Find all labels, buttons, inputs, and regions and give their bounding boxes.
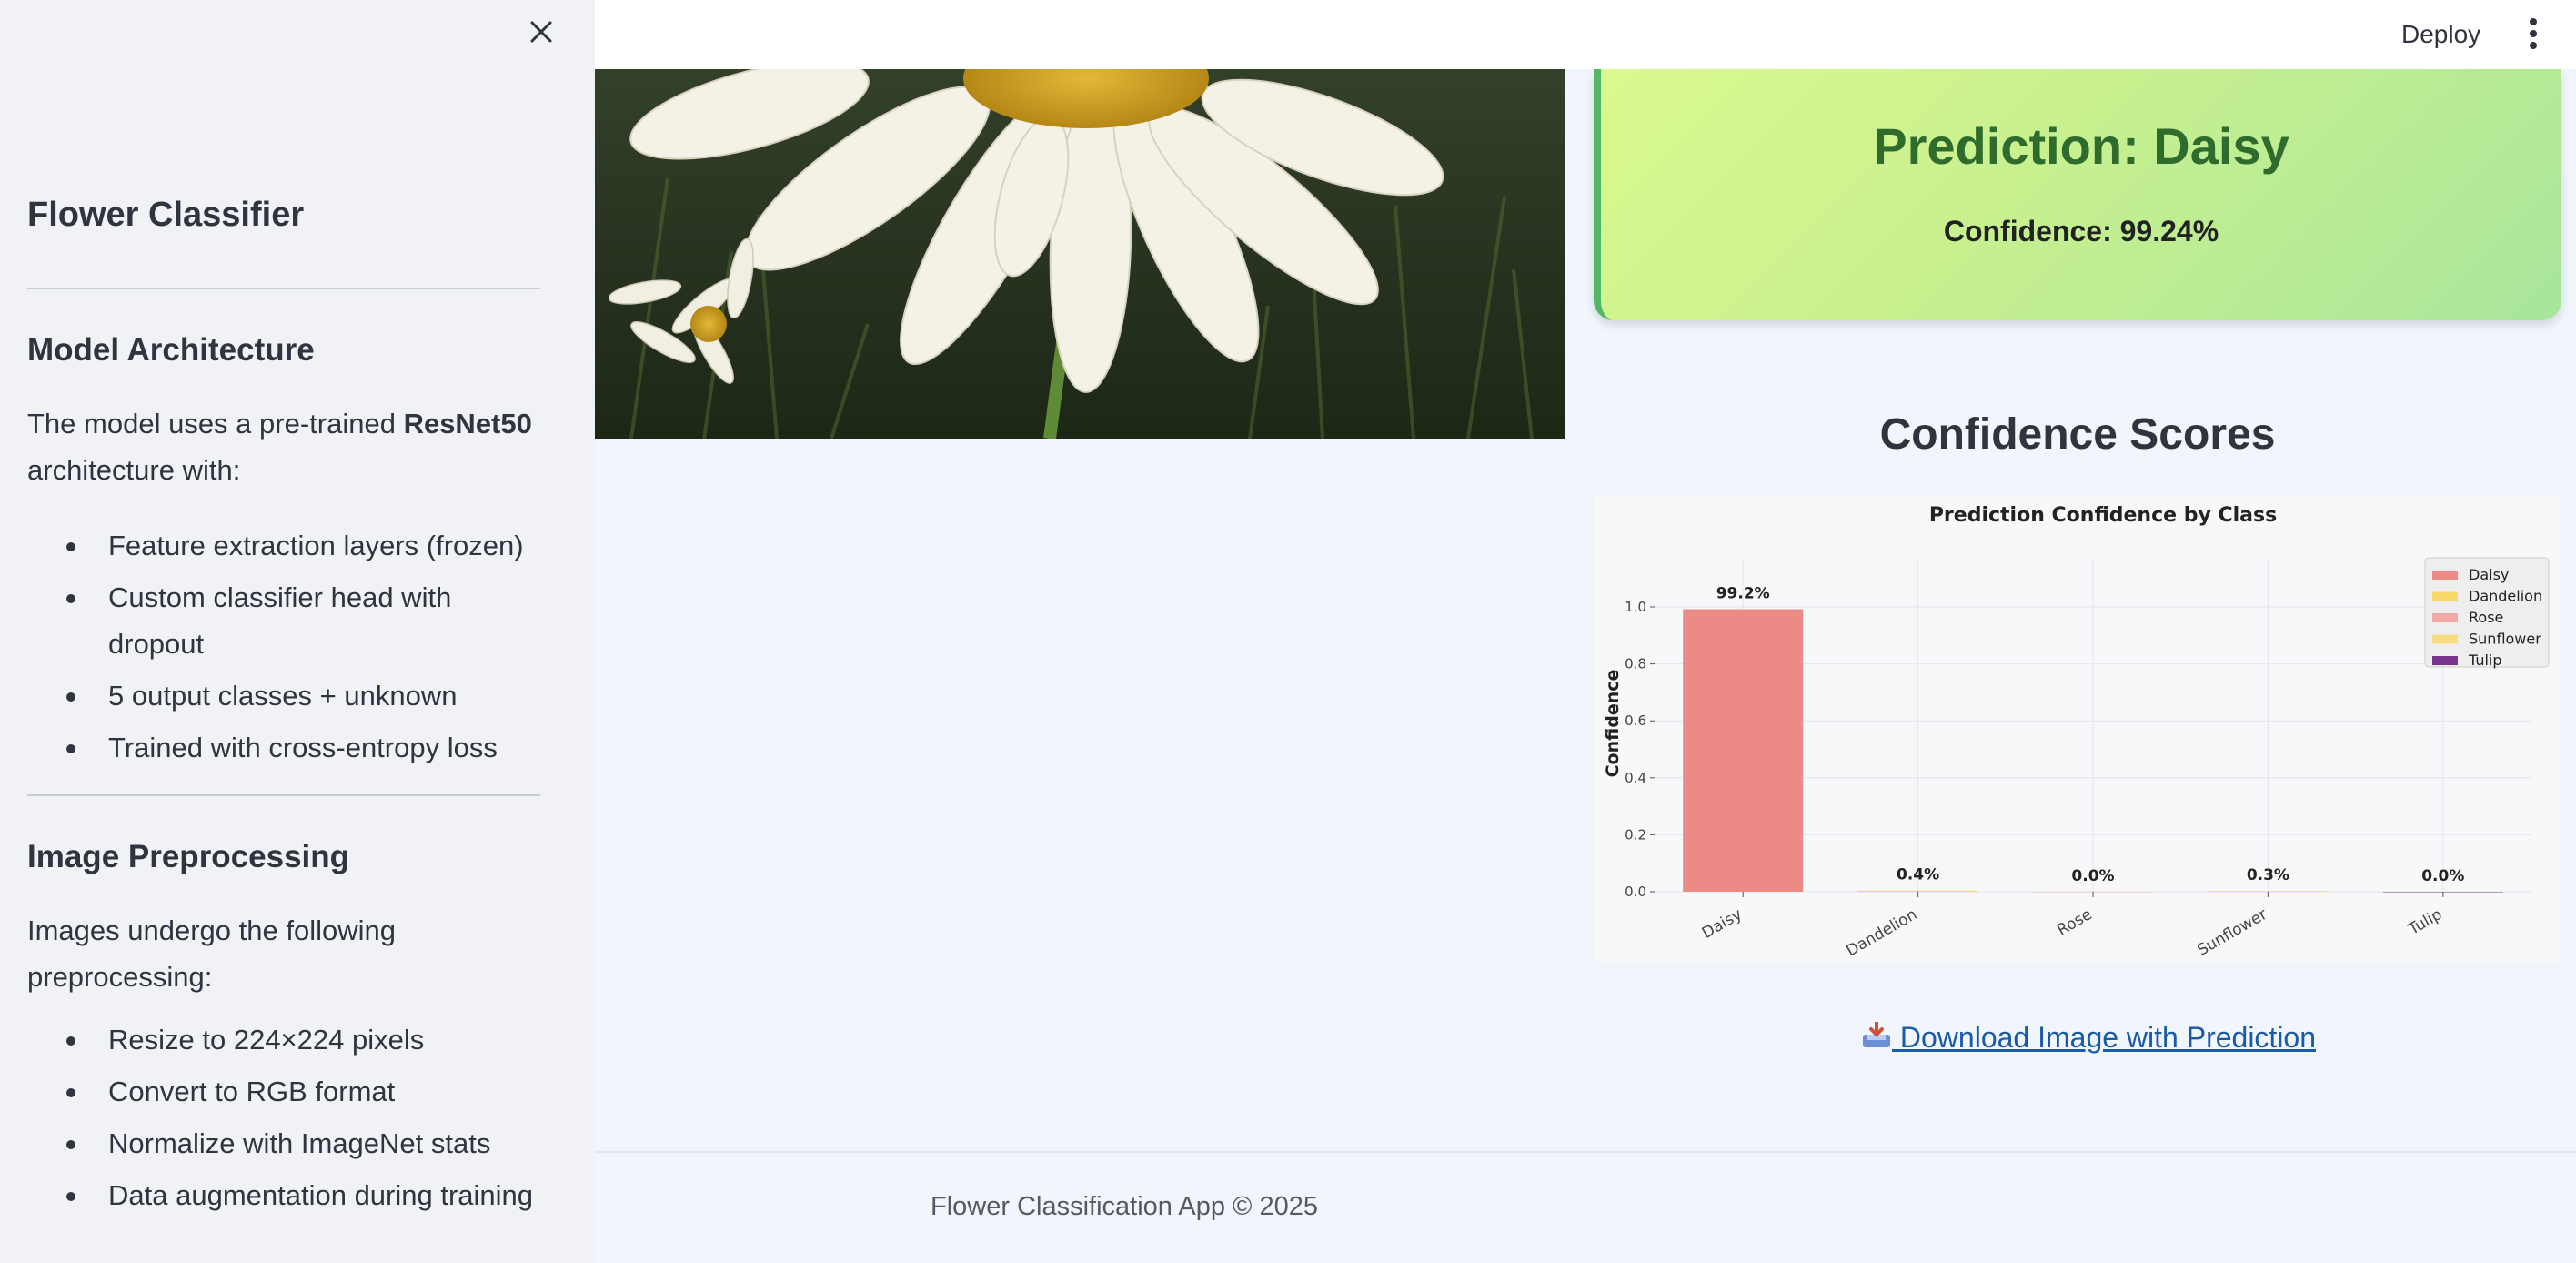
legend-swatch bbox=[2432, 613, 2458, 622]
y-tick-label: 0.4 bbox=[1625, 770, 1646, 786]
x-tick-label: Dandelion bbox=[1843, 905, 1920, 960]
main-menu-button[interactable] bbox=[2520, 13, 2547, 56]
legend-swatch bbox=[2432, 634, 2458, 644]
y-axis-label: Confidence bbox=[1603, 670, 1623, 778]
chart-legend: Daisy Dandelion Rose Sunflower Tulip bbox=[2424, 557, 2550, 669]
list-item: Convert to RGB format bbox=[27, 1068, 540, 1115]
list-item: Data augmentation during training bbox=[27, 1172, 540, 1218]
intro-text: The model uses a pre-trained bbox=[27, 408, 404, 440]
legend-swatch bbox=[2432, 656, 2458, 665]
x-tick-label: Tulip bbox=[2405, 905, 2445, 939]
image-preprocessing-intro: Images undergo the following preprocessi… bbox=[27, 914, 396, 993]
intro-text-after: architecture with: bbox=[27, 454, 241, 486]
close-sidebar-button[interactable] bbox=[524, 15, 558, 49]
list-item: Trained with cross-entropy loss bbox=[27, 724, 540, 771]
y-tick-label: 0.0 bbox=[1625, 884, 1646, 900]
bar-dandelion bbox=[1857, 890, 1978, 892]
confidence-scores-title: Confidence Scores bbox=[1879, 410, 2276, 459]
divider bbox=[27, 288, 540, 289]
legend-label: Dandelion bbox=[2469, 588, 2542, 605]
uploaded-flower-image bbox=[595, 69, 1565, 439]
legend-label: Sunflower bbox=[2469, 631, 2541, 648]
data-label: 0.0% bbox=[2071, 867, 2114, 885]
inbox-tray-icon bbox=[1863, 1021, 1890, 1047]
list-item: Custom classifier head with dropout bbox=[27, 574, 540, 667]
section-heading-image-preprocessing: Image Preprocessing bbox=[27, 839, 350, 874]
deploy-button[interactable]: Deploy bbox=[2401, 13, 2480, 56]
close-icon bbox=[530, 21, 552, 43]
prediction-card: Prediction: Daisy Confidence: 99.24% bbox=[1594, 69, 2561, 320]
legend-label: Tulip bbox=[2468, 652, 2502, 669]
chart-title: Prediction Confidence by Class bbox=[1929, 504, 2277, 527]
list-item: Feature extraction layers (frozen) bbox=[27, 522, 540, 569]
list-item: Resize to 224×224 pixels bbox=[27, 1016, 540, 1063]
bar-daisy bbox=[1683, 609, 1804, 892]
data-label: 0.4% bbox=[1897, 866, 1939, 884]
prediction-confidence: Confidence: 99.24% bbox=[1943, 215, 2219, 248]
divider bbox=[27, 794, 540, 796]
sidebar: Flower Classifier Model Architecture The… bbox=[0, 0, 595, 1263]
footer-divider bbox=[595, 1151, 2576, 1153]
legend-swatch bbox=[2432, 591, 2458, 601]
legend-swatch bbox=[2432, 571, 2458, 580]
sidebar-title: Flower Classifier bbox=[27, 196, 305, 234]
legend-label: Rose bbox=[2469, 609, 2503, 626]
list-item: 5 output classes + unknown bbox=[27, 672, 540, 719]
y-tick-label: 0.8 bbox=[1625, 656, 1646, 672]
top-header bbox=[595, 0, 2576, 69]
section-heading-model-architecture: Model Architecture bbox=[27, 332, 315, 368]
more-vert-icon bbox=[2530, 18, 2537, 49]
x-tick-label: Sunflower bbox=[2194, 905, 2269, 960]
prediction-title: Prediction: Daisy bbox=[1873, 117, 2289, 175]
bar-sunflower bbox=[2208, 891, 2329, 892]
x-tick-label: Daisy bbox=[1699, 905, 1746, 943]
y-tick-label: 1.0 bbox=[1625, 599, 1646, 615]
data-label: 99.2% bbox=[1716, 585, 1770, 603]
intro-bold: ResNet50 bbox=[403, 408, 532, 440]
y-tick-label: 0.6 bbox=[1625, 712, 1646, 729]
model-architecture-list: Feature extraction layers (frozen) Custo… bbox=[27, 522, 540, 771]
download-link-label: Download Image with Prediction bbox=[1899, 1021, 2317, 1054]
data-label: 0.3% bbox=[2247, 866, 2289, 884]
download-prediction-link[interactable]: Download Image with Prediction bbox=[1861, 1021, 2316, 1055]
x-tick-label: Rose bbox=[2054, 905, 2095, 940]
confidence-bar-chart: Prediction Confidence by Class Confidence… bbox=[1594, 496, 2561, 962]
legend-label: Daisy bbox=[2469, 566, 2509, 583]
model-architecture-intro: The model uses a pre-trained ResNet50 ar… bbox=[27, 400, 540, 493]
y-tick-label: 0.2 bbox=[1625, 826, 1646, 843]
footer-text: Flower Classification App © 2025 bbox=[931, 1192, 1318, 1221]
list-item: Normalize with ImageNet stats bbox=[27, 1120, 540, 1167]
image-preprocessing-list: Resize to 224×224 pixels Convert to RGB … bbox=[27, 1016, 540, 1218]
data-label: 0.0% bbox=[2421, 867, 2464, 885]
